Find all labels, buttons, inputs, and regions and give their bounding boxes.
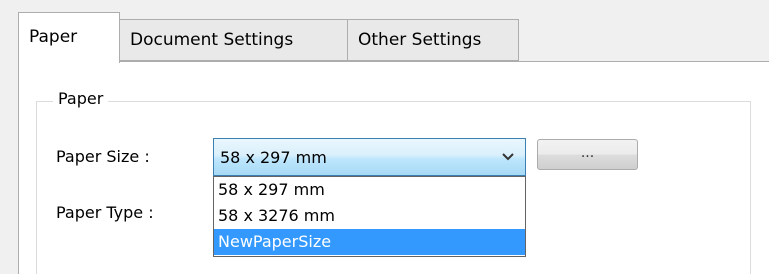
paper-size-dropdown-list: 58 x 297 mm 58 x 3276 mm NewPaperSize — [213, 176, 526, 257]
paper-size-option-highlighted[interactable]: NewPaperSize — [214, 229, 525, 255]
paper-size-value: 58 x 297 mm — [220, 148, 327, 167]
paper-size-option[interactable]: 58 x 3276 mm — [214, 203, 525, 229]
paper-size-combobox[interactable]: 58 x 297 mm — [213, 138, 526, 176]
tab-paper[interactable]: Paper — [18, 12, 120, 63]
chevron-down-icon — [502, 153, 514, 161]
group-title: Paper — [53, 88, 109, 110]
paper-settings-dialog: Paper Document Settings Other Settings P… — [0, 0, 769, 274]
paper-size-option[interactable]: 58 x 297 mm — [214, 177, 525, 203]
paper-size-label: Paper Size : — [56, 147, 150, 166]
tab-other-settings[interactable]: Other Settings — [347, 19, 519, 61]
browse-paper-size-button[interactable]: ... — [537, 139, 638, 170]
tab-document-settings[interactable]: Document Settings — [119, 19, 348, 61]
paper-type-label: Paper Type : — [56, 203, 154, 222]
